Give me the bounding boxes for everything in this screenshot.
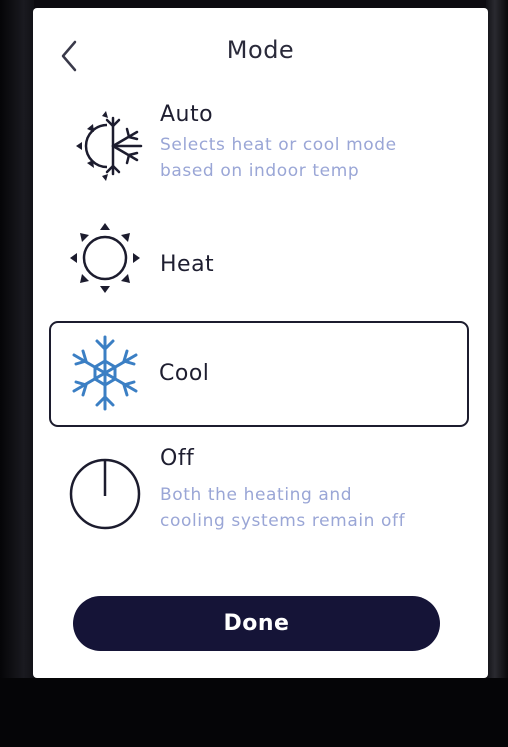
sun-snowflake-icon — [76, 111, 143, 181]
mode-description-off-line1: Both the heating and — [160, 485, 353, 505]
snowflake-icon — [72, 335, 138, 411]
mode-label-auto: Auto — [160, 102, 214, 127]
done-button[interactable]: Done — [73, 596, 440, 651]
page-title: Mode — [226, 36, 295, 64]
mode-option-cool[interactable]: Cool — [49, 321, 469, 427]
mode-label-heat: Heat — [160, 252, 215, 277]
mode-label-cool: Cool — [159, 361, 210, 386]
mode-description-off-line2: cooling systems remain off — [160, 511, 406, 531]
power-icon — [69, 458, 141, 530]
sun-icon — [70, 223, 140, 293]
mode-label-off: Off — [160, 446, 195, 471]
mode-option-auto[interactable]: Auto Selects heat or cool mode based on … — [49, 98, 469, 202]
mode-option-heat[interactable]: Heat — [49, 210, 469, 314]
mode-description-auto-line2: based on indoor temp — [160, 161, 360, 181]
device-bezel-right — [486, 0, 508, 747]
thermostat-screen: Mode Auto Selects heat or cool mode base… — [33, 8, 488, 678]
device-bezel-left — [0, 0, 34, 747]
header: Mode — [33, 8, 488, 94]
mode-description-auto-line1: Selects heat or cool mode — [160, 135, 397, 155]
device-bottom-bezel — [0, 678, 508, 747]
mode-option-off[interactable]: Off Both the heating and cooling systems… — [49, 438, 469, 544]
